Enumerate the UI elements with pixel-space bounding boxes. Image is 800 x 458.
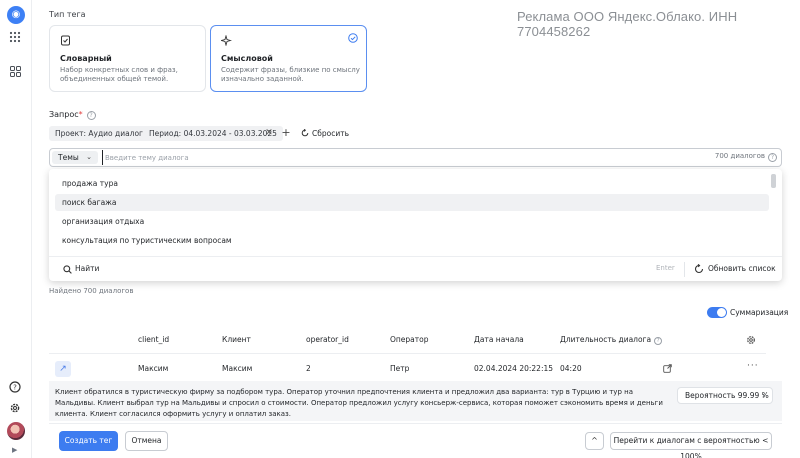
apps-grid-icon[interactable] xyxy=(9,31,21,43)
topic-suggestions-dropdown: продажа тура поиск багажа организация от… xyxy=(49,169,782,281)
suggestion-item[interactable]: организация отдыха xyxy=(55,213,769,230)
duration-help-icon[interactable]: ? xyxy=(654,337,663,345)
dashboard-icon[interactable] xyxy=(10,66,21,77)
column-header[interactable]: Дата начала xyxy=(474,335,524,344)
topic-search-input[interactable] xyxy=(102,150,662,165)
dropdown-footer: Найти Enter Обновить список xyxy=(49,256,782,281)
tag-type-semantic-card[interactable]: Смысловой Содержит фразы, близкие по смы… xyxy=(210,25,367,92)
column-header[interactable]: operator_id xyxy=(306,335,349,344)
reset-label: Сбросить xyxy=(312,129,349,138)
left-rail: ◉ ? ▶ xyxy=(0,0,32,458)
settings-gear-icon[interactable] xyxy=(9,402,21,414)
tag-type-title: Тип тега xyxy=(49,10,86,19)
row-more-menu[interactable]: ··· xyxy=(747,361,759,371)
column-header-duration[interactable]: Длительность диалога? xyxy=(560,335,663,345)
scroll-up-button[interactable]: ^ xyxy=(585,432,604,450)
found-count: Найдено 700 диалогов xyxy=(49,287,134,295)
svg-text:?: ? xyxy=(13,384,17,392)
selected-check-icon xyxy=(348,33,358,43)
search-mode-label: Темы xyxy=(58,153,79,162)
chevron-right-icon: › xyxy=(762,391,765,400)
column-header[interactable]: Оператор xyxy=(390,335,429,344)
chevron-down-icon: ⌄ xyxy=(86,153,92,161)
search-icon xyxy=(63,265,72,274)
period-filter-chip[interactable]: Период: 04.03.2024 - 03.03.2025 xyxy=(143,126,283,141)
toggle-knob xyxy=(717,308,726,317)
enter-hint: Enter xyxy=(656,264,675,272)
summary-text: Клиент обратился в туристическую фирму з… xyxy=(55,388,663,418)
refresh-list-button[interactable]: Обновить список xyxy=(708,264,776,273)
card-description: Содержит фразы, близкие по смыслу изнача… xyxy=(221,66,360,83)
add-filter-button[interactable]: + xyxy=(281,126,291,140)
query-label-text: Запрос xyxy=(49,110,79,119)
summarization-toggle[interactable] xyxy=(707,307,727,318)
divider xyxy=(684,262,685,277)
goto-dialogs-button[interactable]: Перейти к диалогам с вероятностью < 100% xyxy=(610,432,772,458)
dropdown-scrollbar[interactable] xyxy=(771,174,776,188)
sparkle-icon xyxy=(221,35,232,46)
probability-label: Вероятность 99.99 % xyxy=(685,391,769,400)
column-header[interactable]: Клиент xyxy=(222,335,251,344)
find-button[interactable]: Найти xyxy=(75,264,99,273)
card-description: Набор конкретных слов и фраз, объединенн… xyxy=(60,66,178,83)
dialog-count: 700 диалогов xyxy=(714,152,765,160)
search-mode-select[interactable]: Темы ⌄ xyxy=(52,151,98,164)
table-settings-gear-icon[interactable] xyxy=(746,335,756,345)
cell-duration: 04:20 xyxy=(560,364,582,373)
probability-button[interactable]: Вероятность 99.99 % › xyxy=(677,387,773,404)
topic-search-field: Темы ⌄ 700 диалогов ? xyxy=(49,148,782,167)
project-filter-chip[interactable]: Проект: Аудио диалоги xyxy=(49,126,154,141)
cancel-button[interactable]: Отмена xyxy=(125,431,168,451)
required-mark: * xyxy=(78,110,83,119)
query-help-icon[interactable]: ? xyxy=(86,111,96,120)
app-logo-icon[interactable]: ◉ xyxy=(7,6,25,24)
column-header-label: Длительность диалога xyxy=(560,335,652,344)
suggestion-item[interactable]: продажа тура xyxy=(55,175,769,192)
cell-operator-id: 2 xyxy=(306,364,311,373)
open-dialog-button[interactable]: ↗ xyxy=(55,361,71,377)
help-icon[interactable]: ? xyxy=(9,381,21,393)
ad-watermark: Реклама ООО Яндекс.Облако. ИНН 770445826… xyxy=(517,9,738,39)
expand-rail-icon[interactable]: ▶ xyxy=(12,446,20,454)
dictionary-icon xyxy=(61,35,70,46)
user-avatar[interactable] xyxy=(7,422,25,440)
tag-type-dictionary-card[interactable]: Словарный Набор конкретных слов и фраз, … xyxy=(49,25,206,92)
remove-period-icon[interactable]: ✕ xyxy=(264,127,274,139)
dialog-summary: Клиент обратился в туристическую фирму з… xyxy=(49,381,782,421)
reset-filters-button[interactable]: Сбросить xyxy=(301,126,349,141)
create-tag-button[interactable]: Создать тег xyxy=(59,431,118,451)
search-help-icon[interactable]: ? xyxy=(768,153,777,162)
card-title: Смысловой xyxy=(221,54,273,63)
cell-client-id: Максим xyxy=(138,364,169,373)
column-header[interactable]: client_id xyxy=(138,335,169,344)
cell-date: 02.04.2024 20:22:15 xyxy=(474,364,554,373)
suggestion-item[interactable]: консультация по туристическим вопросам xyxy=(55,232,769,249)
suggestion-item[interactable]: поиск багажа xyxy=(55,194,769,211)
footer-divider xyxy=(49,423,782,424)
cell-client: Максим xyxy=(222,364,253,373)
reset-icon xyxy=(301,128,309,137)
refresh-icon xyxy=(694,264,704,274)
summarization-label: Суммаризация xyxy=(730,308,789,317)
query-label: Запрос*? xyxy=(49,110,96,120)
external-link-icon[interactable] xyxy=(663,364,672,373)
card-title: Словарный xyxy=(60,54,112,63)
table-header-divider xyxy=(49,353,766,354)
cell-operator: Петр xyxy=(390,364,410,373)
